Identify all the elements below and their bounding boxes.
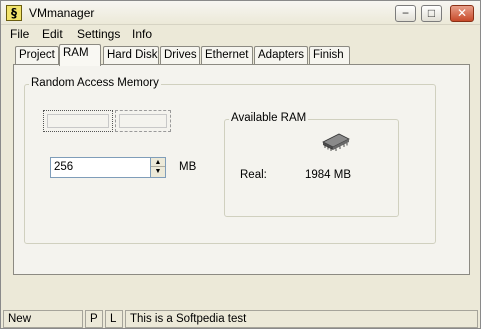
disabled-field-1 — [43, 110, 113, 132]
app-icon: § — [6, 5, 22, 21]
close-button[interactable]: ✕ — [450, 5, 474, 22]
disabled-field-2 — [115, 110, 171, 132]
tab-hard-disk[interactable]: Hard Disk — [103, 46, 159, 64]
status-flag-l: L — [105, 310, 123, 328]
memory-chip-icon — [322, 133, 350, 151]
menu-file[interactable]: File — [10, 27, 29, 41]
tab-ram[interactable]: RAM — [59, 44, 101, 66]
window-title: VMmanager — [29, 6, 95, 20]
tab-drives[interactable]: Drives — [160, 46, 200, 64]
status-flag-p: P — [85, 310, 103, 328]
ram-group-title: Random Access Memory — [29, 77, 161, 89]
status-bar: New P L This is a Softpedia test — [1, 310, 480, 328]
vmmanager-window: § VMmanager − □ ✕ File Edit Settings Inf… — [0, 0, 481, 329]
real-ram-value: 1984 MB — [305, 169, 352, 181]
available-ram-group: Available RAM Real: 1984 MB — [224, 112, 399, 217]
menu-settings[interactable]: Settings — [77, 27, 120, 41]
menu-info[interactable]: Info — [132, 27, 152, 41]
tab-adapters[interactable]: Adapters — [254, 46, 308, 64]
menu-bar: File Edit Settings Info — [1, 25, 480, 44]
memory-unit-label: MB — [179, 161, 197, 173]
spin-down-arrow-icon[interactable]: ▼ — [151, 167, 165, 176]
memory-size-input[interactable]: 256 — [54, 161, 73, 173]
random-access-memory-group: Random Access Memory 256 ▲ ▼ MB Availabl… — [24, 77, 436, 244]
memory-size-stepper[interactable]: 256 ▲ ▼ — [50, 157, 166, 178]
tab-finish[interactable]: Finish — [309, 46, 350, 64]
real-ram-label: Real: — [240, 169, 267, 181]
tab-project[interactable]: Project — [15, 46, 59, 64]
status-state: New — [3, 310, 83, 328]
tab-ethernet[interactable]: Ethernet — [201, 46, 253, 64]
menu-edit[interactable]: Edit — [42, 27, 63, 41]
status-message: This is a Softpedia test — [125, 310, 478, 328]
available-ram-title: Available RAM — [229, 112, 309, 124]
spin-buttons: ▲ ▼ — [150, 158, 165, 177]
ram-tab-panel: Random Access Memory 256 ▲ ▼ MB Availabl… — [13, 64, 470, 275]
minimize-button[interactable]: − — [395, 5, 416, 22]
spin-up-arrow-icon[interactable]: ▲ — [151, 158, 165, 167]
title-bar[interactable]: § VMmanager − □ ✕ — [1, 1, 480, 25]
maximize-button[interactable]: □ — [421, 5, 442, 22]
